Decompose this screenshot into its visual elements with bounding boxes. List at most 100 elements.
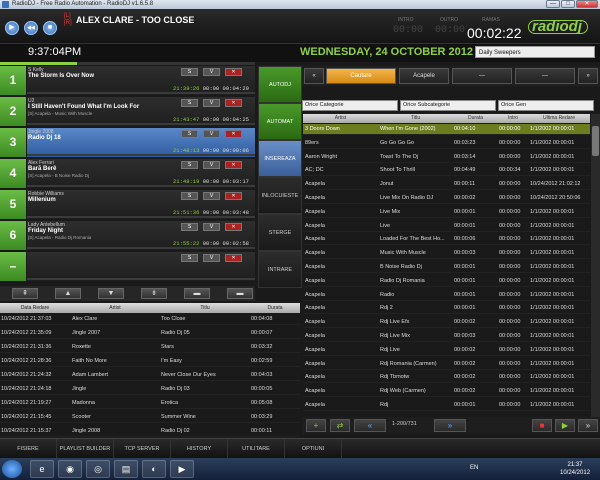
col-date[interactable]: Data Redare (0, 303, 70, 313)
lib-col-last[interactable]: Ultima Redare (528, 114, 590, 123)
history-row[interactable]: 10/24/2012 21:24:32 Adam Lambert Never Clo… (0, 370, 300, 381)
slot-s-button[interactable]: S (181, 161, 198, 169)
col-title[interactable]: Titlu (160, 303, 250, 313)
stop-button[interactable]: ■ (43, 21, 57, 35)
library-row[interactable]: Acapela Rdj 2 00:00:01 00:00:00 1/1/2002 00:… (303, 303, 590, 315)
history-tool-button[interactable]: ⇟ (141, 288, 167, 299)
library-filter-select[interactable]: Orice Subcategorie (400, 100, 496, 111)
playlist-slot[interactable]: 5 Robbie Williams Millenium S V ✕ 21:51:36 00:… (0, 190, 255, 219)
history-row[interactable]: 10/24/2012 21:35:09 Jingle 2007 Radio Dj 0… (0, 328, 300, 339)
swap-button[interactable]: ⇄ (330, 419, 350, 432)
library-tab[interactable]: — (452, 68, 512, 84)
col-duration[interactable]: Durata (250, 303, 300, 313)
slot-s-button[interactable]: S (181, 223, 198, 231)
library-row[interactable]: Acapela Live Mix 00:00:01 00:00:00 1/1/2002 … (303, 207, 590, 218)
library-tab[interactable]: Acapele (399, 68, 449, 84)
library-row[interactable]: Acapela B Noise Radio Dj 00:00:01 00:00:00 1… (303, 262, 590, 273)
menu-fisiere[interactable]: FISIERE (0, 439, 57, 459)
history-row[interactable]: 10/24/2012 21:31:36 Roxette Stars 00:03:32 (0, 342, 300, 353)
library-row[interactable]: Acapela Radio Dj Romania 00:00:01 00:00:00 1… (303, 276, 590, 287)
taskbar-app-icon[interactable]: ▤ (114, 460, 138, 478)
slot-v-button[interactable]: V (203, 68, 220, 76)
slot-delete-button[interactable]: ✕ (225, 130, 242, 138)
slot-s-button[interactable]: S (181, 68, 198, 76)
slot-s-button[interactable]: S (181, 130, 198, 138)
taskbar-app-icon[interactable]: ◐ (142, 460, 166, 478)
library-stop-button[interactable]: ■ (532, 419, 552, 432)
slot-v-button[interactable]: V (203, 130, 220, 138)
first-page-button[interactable]: « (354, 419, 386, 432)
slot-delete-button[interactable]: ✕ (225, 192, 242, 200)
menu-utilitare[interactable]: UTILITARE (228, 439, 285, 459)
menu-optiuni[interactable]: OPTIUNI (285, 439, 342, 459)
history-row[interactable]: 10/24/2012 21:24:18 Jingle Radio Dj 03 00:0… (0, 384, 300, 395)
library-row[interactable]: AC; DC Shoot To Thrill 00:04:49 00:00:34 1/1… (303, 165, 590, 177)
lib-col-duration[interactable]: Durata (453, 114, 498, 123)
slot-delete-button[interactable]: ✕ (225, 223, 242, 231)
next-page-button[interactable]: » (434, 419, 466, 432)
slot-s-button[interactable]: S (181, 99, 198, 107)
library-filter-select[interactable]: Orice Gen (498, 100, 594, 111)
library-row[interactable]: Acapela Live 00:00:01 00:00:00 1/1/2002 00:0… (303, 221, 590, 232)
history-row[interactable]: 10/24/2012 21:37:03 Alex Clare Too Close 00… (0, 314, 300, 325)
history-row[interactable]: 10/24/2012 21:15:45 Scooter Summer Wine 00:… (0, 412, 300, 423)
slot-v-button[interactable]: V (203, 99, 220, 107)
play-button[interactable]: ▶ (5, 21, 19, 35)
library-tab[interactable]: » (578, 68, 598, 84)
history-row[interactable]: 10/24/2012 21:28:36 Faith No More I'm Easy… (0, 356, 300, 367)
history-row[interactable]: 10/24/2012 21:15:37 Jingle 2008 Radio Dj 0… (0, 426, 300, 437)
lib-col-intro[interactable]: Intro (498, 114, 528, 123)
library-row[interactable]: Acapela Live Mix On Radio DJ 00:00:02 00:00… (303, 193, 590, 204)
library-row[interactable]: Acapela Rdj Live 00:00:02 00:00:00 1/1/2002 … (303, 345, 590, 356)
library-row[interactable]: Acapela Rdj 00:00:01 00:00:00 1/1/2002 00:00… (303, 400, 590, 411)
taskbar-app-icon[interactable]: e (30, 460, 54, 478)
library-row[interactable]: Acapela Jonut 00:00:11 00:00:00 10/24/2012 2… (303, 179, 590, 191)
slot-delete-button[interactable]: ✕ (225, 254, 242, 262)
taskbar-app-icon[interactable]: ▶ (170, 460, 194, 478)
menu-history[interactable]: HISTORY (171, 439, 228, 459)
history-tool-button[interactable]: ▬ (184, 288, 210, 299)
library-row[interactable]: Acapela Rdj Web (Carmen) 00:00:02 00:00:00 1… (303, 386, 590, 398)
slot-delete-button[interactable]: ✕ (225, 161, 242, 169)
library-next-button[interactable]: » (578, 419, 598, 432)
slot-delete-button[interactable]: ✕ (225, 68, 242, 76)
library-row[interactable]: Aaron Wright Toast To The Dj 00:03:14 00:00… (303, 152, 590, 163)
mode-button-intrare[interactable]: INTRARE (258, 251, 302, 288)
library-row[interactable]: Acapela Rdj Tbmotw 00:00:02 00:00:00 1/1/200… (303, 372, 590, 384)
slot-v-button[interactable]: V (203, 254, 220, 262)
add-button[interactable]: + (306, 419, 326, 432)
slot-delete-button[interactable]: ✕ (225, 99, 242, 107)
library-tab[interactable]: « (304, 68, 324, 84)
library-filter-select[interactable]: Orice Categorie (302, 100, 398, 111)
playlist-slot[interactable]: 3 Jingle 2008 Radio Dj 18 S V ✕ 21:48:13 00:00… (0, 128, 255, 157)
library-row[interactable]: Acapela Music With Muscle 00:00:03 00:00:00… (303, 248, 590, 260)
library-row[interactable]: Acapela Radio 00:00:01 00:00:00 1/1/2002 00:… (303, 290, 590, 301)
col-artist[interactable]: Artist (70, 303, 160, 313)
playlist-slot[interactable]: 2 U2 I Still Haven't Found What I'm Look F… (0, 97, 255, 126)
library-tab[interactable]: Cautare (326, 68, 396, 84)
playlist-slot[interactable]: 6 Lady Antebellum Friday Night [S] Acapela … (0, 221, 255, 250)
mode-button-autodj[interactable]: AUTODJ (258, 66, 302, 103)
history-tool-button[interactable]: ⇞ (12, 288, 38, 299)
history-tool-button[interactable]: ▬ (227, 288, 253, 299)
slot-v-button[interactable]: V (203, 161, 220, 169)
playlist-slot[interactable]: 4 Alex Ferrari Barã Berê [S] Acapela - B No… (0, 159, 255, 188)
library-tab[interactable]: — (515, 68, 575, 84)
library-row[interactable]: Acapela Loaded For The Best Ho... 00:00:06… (303, 234, 590, 246)
taskbar-clock[interactable]: 21:37 10/24/2012 (560, 461, 590, 477)
library-play-button[interactable]: ▶ (555, 419, 575, 432)
menu-playlist-builder[interactable]: PLAYLIST BUILDER (57, 439, 114, 459)
close-button[interactable]: ✕ (576, 0, 598, 8)
mode-button-insereaza[interactable]: INSEREAZA (258, 140, 302, 177)
library-row[interactable]: Acapela Rdj Romania (Carmen) 00:00:02 00:00… (303, 359, 590, 370)
mode-button-automat[interactable]: AUTOMAT (258, 103, 302, 140)
language-indicator[interactable]: EN (470, 465, 478, 471)
slot-s-button[interactable]: S (181, 192, 198, 200)
scroll-thumb[interactable] (592, 126, 599, 156)
library-scrollbar[interactable] (591, 114, 600, 417)
taskbar-app-icon[interactable]: ◉ (58, 460, 82, 478)
taskbar-app-icon[interactable]: ◎ (86, 460, 110, 478)
slot-v-button[interactable]: V (203, 223, 220, 231)
minimize-button[interactable]: — (546, 0, 560, 8)
playlist-slot[interactable]: – S V ✕ (0, 252, 255, 281)
